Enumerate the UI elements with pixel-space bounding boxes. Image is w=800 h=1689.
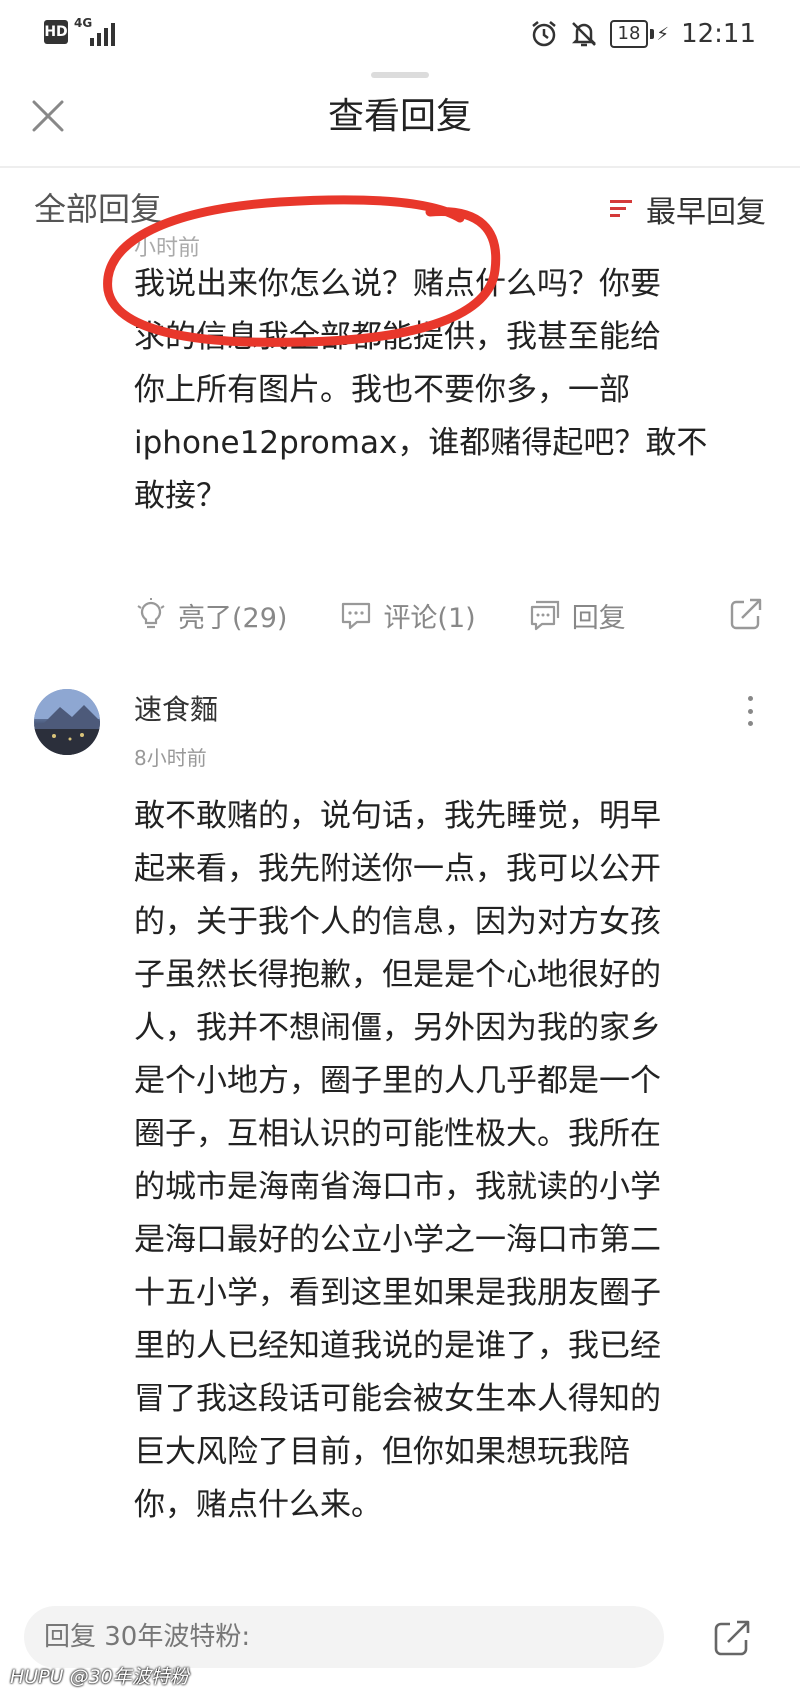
share-icon[interactable] — [728, 596, 764, 632]
reply-label: 回复 — [571, 602, 626, 634]
hd-badge: HD — [44, 20, 68, 44]
mute-icon — [571, 22, 596, 47]
text-line: 子虽然长得抱歉，但是是个心地很好的 — [134, 957, 661, 993]
comment-label: 评论(1) — [383, 602, 476, 634]
avatar[interactable] — [34, 689, 100, 755]
battery-tip — [650, 29, 655, 39]
text-line: 起来看，我先附送你一点，我可以公开 — [134, 851, 661, 887]
battery-level: 18 — [609, 20, 649, 48]
charging-icon: ⚡ — [656, 23, 670, 45]
page-title: 查看回复 — [327, 96, 472, 137]
text-line: 你，赌点什么来。 — [134, 1487, 382, 1523]
reply-button[interactable]: 回复 — [528, 596, 626, 635]
text-line: 是海口最好的公立小学之一海口市第二 — [134, 1222, 661, 1258]
sort-label: 最早回复 — [646, 195, 766, 230]
text-line: 圈子，互相认识的可能性极大。我所在 — [134, 1116, 661, 1152]
text-line: 是个小地方，圈子里的人几乎都是一个 — [134, 1063, 661, 1099]
second-reply-text: 敢不敢赌的，说句话，我先睡觉，明早 起来看，我先附送你一点，我可以公开 的，关于… — [134, 790, 764, 1532]
text-line: 你上所有图片。我也不要你多，一部 — [134, 372, 630, 408]
watermark: HUPU @30年波特粉 — [10, 1666, 189, 1688]
text-line: iphone12promax，谁都赌得起吧？敢不 — [134, 425, 708, 461]
text-line: 敢不敢赌的，说句话，我先睡觉，明早 — [134, 798, 661, 834]
header-divider — [0, 166, 800, 168]
sort-icon — [610, 198, 634, 220]
timestamp: 8小时前 — [134, 746, 207, 770]
text-line: 巨大风险了目前，但你如果想玩我陪 — [134, 1434, 630, 1470]
text-line: 的城市是海南省海口市，我就读的小学 — [134, 1169, 661, 1205]
battery-indicator: 18 ⚡ — [609, 20, 670, 48]
status-right: 18 ⚡ 12:11 — [530, 16, 756, 52]
more-options-icon[interactable] — [740, 696, 760, 726]
username[interactable]: 速食麵 — [134, 690, 218, 730]
avatar-image — [34, 689, 100, 755]
status-bar: HD 4G 18 ⚡ 12:11 — [0, 0, 800, 70]
annotation-circle — [103, 195, 501, 347]
comment-button[interactable]: 评论(1) — [339, 596, 476, 635]
text-line: 十五小学，看到这里如果是我朋友圈子 — [134, 1275, 661, 1311]
text-line: 里的人已经知道我说的是谁了，我已经 — [134, 1328, 661, 1364]
reply-input[interactable] — [24, 1606, 664, 1668]
reply-icon — [530, 600, 559, 631]
text-line: 的，关于我个人的信息，因为对方女孩 — [134, 904, 661, 940]
like-label: 亮了(29) — [178, 602, 288, 634]
comment-icon — [342, 602, 371, 630]
first-reply-actions: 亮了(29) 评论(1) 回复 — [134, 590, 764, 640]
lightbulb-icon — [137, 598, 165, 629]
sort-button[interactable]: 最早回复 — [610, 186, 766, 232]
text-line: 人，我并不想闹僵，另外因为我的家乡 — [134, 1010, 661, 1046]
sheet-drag-handle[interactable] — [371, 72, 429, 78]
text-line: 敢接？ — [134, 478, 227, 514]
signal-icon — [90, 20, 116, 46]
text-line: 冒了我这段话可能会被女生本人得知的 — [134, 1381, 661, 1417]
share-icon[interactable] — [712, 1618, 752, 1658]
alarm-icon — [531, 21, 556, 47]
like-button[interactable]: 亮了(29) — [134, 596, 287, 635]
clock: 12:11 — [681, 19, 756, 49]
